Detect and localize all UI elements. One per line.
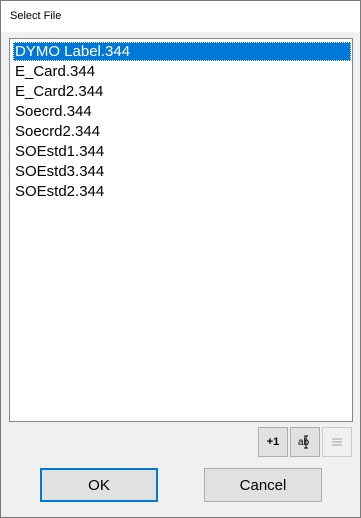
list-item[interactable]: DYMO Label.344 [13,42,351,61]
list-item[interactable]: SOEstd3.344 [13,162,351,181]
list-item[interactable]: E_Card2.344 [13,82,351,101]
list-options-button[interactable] [322,427,352,457]
list-item[interactable]: Soecrd2.344 [13,122,351,141]
title-bar[interactable]: Select File [1,1,360,32]
select-file-dialog: Select File DYMO Label.344 E_Card.344 E_… [0,0,361,518]
list-item[interactable]: E_Card.344 [13,62,351,81]
increment-label: +1 [266,436,280,448]
increment-button[interactable]: +1 [258,427,288,457]
ok-button[interactable]: OK [40,468,158,502]
window-title: Select File [10,10,62,22]
edit-name-button[interactable]: ab [290,427,320,457]
svg-text:ab: ab [298,437,310,448]
cancel-button[interactable]: Cancel [204,468,322,502]
list-item[interactable]: SOEstd2.344 [13,182,351,201]
abc-edit-icon: ab [297,434,313,450]
list-item[interactable]: Soecrd.344 [13,102,351,121]
list-icon [330,436,344,448]
file-listbox[interactable]: DYMO Label.344 E_Card.344 E_Card2.344 So… [9,38,353,422]
list-item[interactable]: SOEstd1.344 [13,142,351,161]
